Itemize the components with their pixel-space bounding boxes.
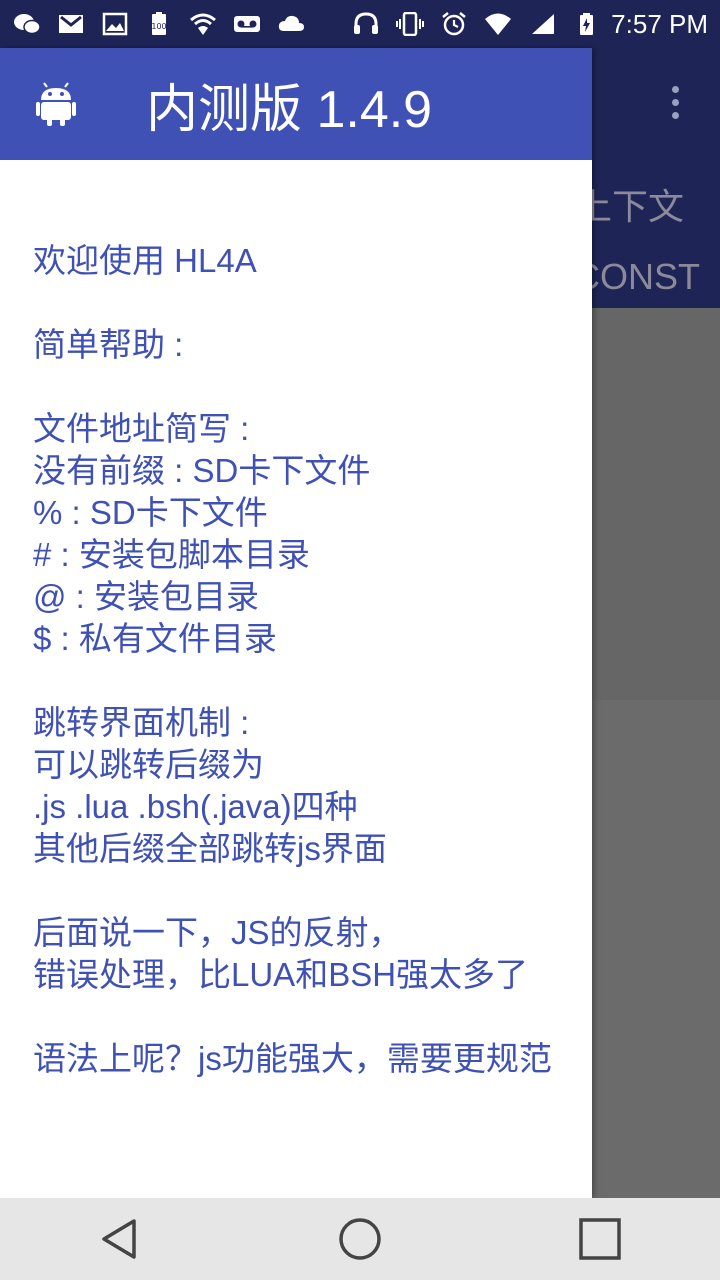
help-line: 可以跳转后缀为	[33, 746, 264, 783]
help-line: 没有前缀 : SD卡下文件	[33, 452, 371, 489]
help-line	[33, 660, 562, 702]
status-time: 7:57 PM	[611, 8, 708, 39]
gmail-icon	[56, 11, 86, 37]
help-line: 后面说一下，JS的反射，	[33, 914, 402, 951]
back-button[interactable]	[80, 1209, 160, 1269]
cloud-icon	[276, 11, 306, 37]
help-line	[33, 996, 562, 1038]
recents-icon	[579, 1218, 621, 1260]
svg-text:100: 100	[151, 22, 166, 31]
help-line: % : SD卡下文件	[33, 494, 268, 531]
overflow-menu-icon[interactable]	[672, 86, 680, 122]
help-line: 错误处理，比LUA和BSH强太多了	[33, 956, 529, 993]
help-line: .js .lua .bsh(.java)四种	[33, 788, 358, 825]
help-line	[33, 366, 562, 408]
system-nav-bar	[0, 1198, 720, 1280]
battery-charging-icon	[571, 11, 601, 37]
vibrate-icon	[395, 11, 425, 37]
help-line: $ : 私有文件目录	[33, 620, 277, 657]
status-left-icons: 100	[12, 11, 320, 37]
help-line: 语法上呢？js功能强大，需要更规范	[33, 1040, 552, 1077]
drawer-help-text: 欢迎使用 HL4A 简单帮助 : 文件地址简写 : 没有前缀 : SD卡下文件 …	[0, 160, 592, 1080]
status-right-icons: 7:57 PM	[351, 9, 708, 40]
signal-icon	[527, 11, 557, 37]
image-icon	[100, 11, 130, 37]
battery-100-icon: 100	[144, 11, 174, 37]
help-line	[33, 870, 562, 912]
help-line: 跳转界面机制 :	[33, 704, 250, 741]
home-icon	[339, 1218, 381, 1260]
voicemail-icon	[232, 11, 262, 37]
drawer-title: 内测版 1.4.9	[146, 80, 433, 139]
vpn-shield-icon	[188, 11, 218, 37]
help-line: 其他后缀全部跳转js界面	[33, 830, 387, 867]
back-icon	[102, 1219, 136, 1259]
navigation-drawer[interactable]: 内测版 1.4.9 欢迎使用 HL4A 简单帮助 : 文件地址简写 : 没有前缀…	[0, 48, 592, 1198]
drawer-header: 内测版 1.4.9	[0, 48, 592, 160]
wechat-icon	[12, 11, 42, 37]
wifi-icon	[483, 11, 513, 37]
android-icon	[36, 82, 76, 126]
status-bar: 100 7:57 PM	[0, 0, 720, 48]
help-line: # : 安装包脚本目录	[33, 536, 310, 573]
background-tab-context[interactable]: 上下文	[576, 178, 684, 230]
recents-button[interactable]	[560, 1209, 640, 1269]
help-line: 欢迎使用 HL4A	[33, 242, 257, 279]
help-line: 简单帮助 :	[33, 326, 184, 363]
help-line	[33, 282, 562, 324]
background-tab-const[interactable]: CONST	[574, 256, 700, 298]
screen: 100 7:57 PM 上下文 CONST 内测版 1.4.9 欢迎使用 HL4…	[0, 0, 720, 1280]
home-button[interactable]	[320, 1209, 400, 1269]
headset-icon	[351, 11, 381, 37]
help-line: 文件地址简写 :	[33, 410, 250, 447]
alarm-icon	[439, 11, 469, 37]
help-line: @ : 安装包目录	[33, 578, 260, 615]
